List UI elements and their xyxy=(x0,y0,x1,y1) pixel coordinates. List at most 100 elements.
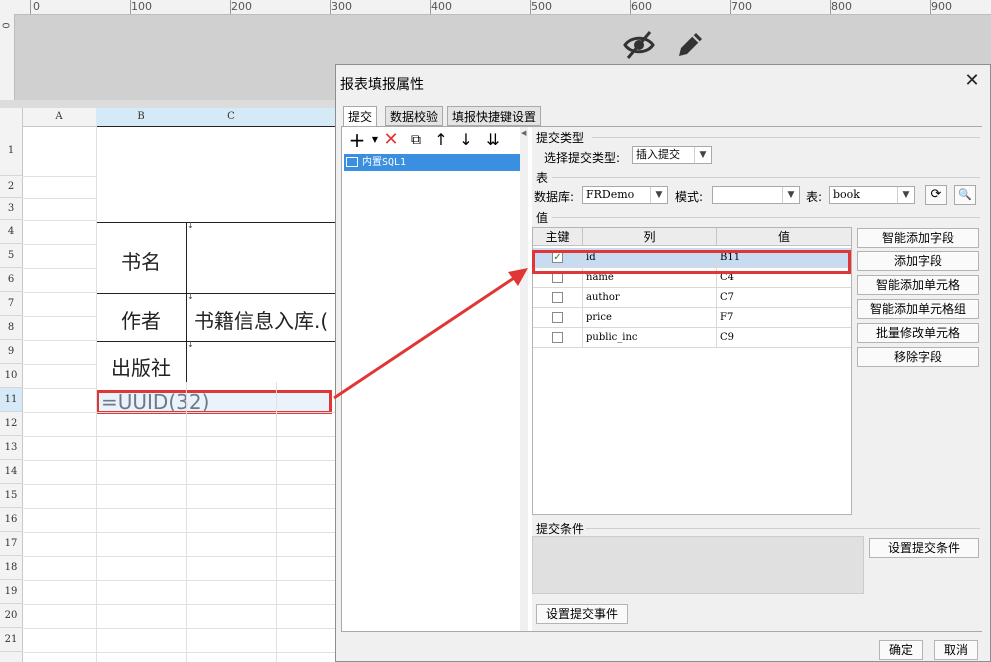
cell-author[interactable]: 作者 xyxy=(121,305,161,334)
column-b-header[interactable]: B xyxy=(96,108,187,126)
ruler-label: 600 xyxy=(631,0,652,13)
row-11-header[interactable]: 11 xyxy=(0,388,22,412)
spreadsheet: A B C 1 2 3 4 5 6 7 8 9 10 11 12 13 14 15 16 17 18 19 20 21 … xyxy=(0,108,336,662)
horizontal-ruler: 0 100 200 300 400 500 600 700 800 900 xyxy=(0,0,991,15)
row-8-header[interactable]: 8 xyxy=(0,316,22,340)
primary-key-checkbox[interactable] xyxy=(552,292,563,303)
grid-value-cell[interactable]: C9 xyxy=(717,328,851,347)
row-12-header[interactable]: 12 xyxy=(0,412,22,436)
cell-publisher[interactable]: 出版社 xyxy=(111,352,171,381)
row-20-header[interactable]: 20 xyxy=(0,604,22,628)
close-icon[interactable]: ✕ xyxy=(962,71,982,91)
smart-add-cell-group-button[interactable]: 智能添加单元格组 xyxy=(857,299,979,319)
row-21-header[interactable]: 21 xyxy=(0,628,22,652)
table-icon xyxy=(346,157,358,167)
delete-icon[interactable]: ✕ xyxy=(380,130,402,150)
submit-settings-pane: 提交类型 选择提交类型: 插入提交 ▼ 表 数据库: FRDemo ▼ 模式: … xyxy=(532,127,982,631)
smart-add-field-button[interactable]: 智能添加字段 xyxy=(857,228,979,248)
arrow-down-icon[interactable]: ↓ xyxy=(455,130,477,150)
pencil-icon[interactable] xyxy=(673,28,707,62)
table-row[interactable]: author C7 xyxy=(533,288,851,308)
primary-key-checkbox[interactable] xyxy=(552,332,563,343)
row-19-header[interactable]: 19 xyxy=(0,580,22,604)
sql-list-item[interactable]: 内置SQL1 xyxy=(344,154,522,171)
chevron-down-icon: ▼ xyxy=(782,187,799,203)
preview-icon[interactable]: 🔍 xyxy=(954,185,976,205)
submit-type-section: 提交类型 xyxy=(536,131,585,145)
row-16-header[interactable]: 16 xyxy=(0,508,22,532)
row-6-header[interactable]: 6 xyxy=(0,268,22,292)
ok-button[interactable]: 确定 xyxy=(879,640,923,660)
submit-type-select[interactable]: 插入提交 ▼ xyxy=(632,146,712,164)
refresh-icon[interactable]: ⟳ xyxy=(925,185,947,205)
smart-add-cell-button[interactable]: 智能添加单元格 xyxy=(857,275,979,295)
row-15-header[interactable]: 15 xyxy=(0,484,22,508)
ruler-label: 200 xyxy=(231,0,252,13)
row-4-header[interactable]: 4 xyxy=(0,220,22,244)
submit-condition-section: 提交条件 xyxy=(536,522,585,536)
row-18-header[interactable]: 18 xyxy=(0,556,22,580)
row-3-header[interactable]: 3 xyxy=(0,198,22,220)
mode-select[interactable]: ▼ xyxy=(712,186,800,204)
ruler-label: 0 xyxy=(33,0,40,13)
set-submit-event-button[interactable]: 设置提交事件 xyxy=(536,604,628,624)
column-a-header[interactable]: A xyxy=(22,108,97,126)
move-bottom-icon[interactable]: ⇊ xyxy=(482,130,504,150)
column-header: A B C xyxy=(0,108,336,127)
row-17-header[interactable]: 17 xyxy=(0,532,22,556)
row-14-header[interactable]: 14 xyxy=(0,460,22,484)
grid-column-cell[interactable]: public_inc xyxy=(583,328,717,347)
ruler-label: 700 xyxy=(731,0,752,13)
column-c-header[interactable]: C xyxy=(186,108,277,126)
scrollbar[interactable]: ◀ xyxy=(520,127,528,631)
cell-author-value[interactable]: 书籍信息入库.( xyxy=(194,305,328,334)
grid-value-cell[interactable]: C7 xyxy=(717,288,851,307)
grid-header-column: 列 xyxy=(583,228,717,246)
set-submit-condition-button[interactable]: 设置提交条件 xyxy=(869,538,979,558)
sql-item-label: 内置SQL1 xyxy=(362,157,407,168)
database-label: 数据库: xyxy=(534,190,575,204)
table-row[interactable]: public_inc C9 xyxy=(533,328,851,348)
sql-list-pane: + ▼ ✕ ⧉ ↑ ↓ ⇊ 内置SQL1 ◀ xyxy=(342,127,528,631)
ruler-label: 900 xyxy=(931,0,952,13)
add-field-button[interactable]: 添加字段 xyxy=(857,251,979,271)
database-value: FRDemo xyxy=(586,188,635,201)
remove-field-button[interactable]: 移除字段 xyxy=(857,347,979,367)
primary-key-checkbox[interactable] xyxy=(552,312,563,323)
tab-data-validation[interactable]: 数据校验 xyxy=(385,106,444,126)
row-9-header[interactable]: 9 xyxy=(0,340,22,364)
cancel-button[interactable]: 取消 xyxy=(934,640,978,660)
arrow-up-icon[interactable]: ↑ xyxy=(430,130,452,150)
cell-book-name[interactable]: 书名 xyxy=(121,246,161,275)
chevron-down-icon: ▼ xyxy=(694,147,711,163)
value-section: 值 xyxy=(536,211,549,225)
cell-formula-uuid[interactable]: =UUID(32) xyxy=(96,390,332,414)
eye-off-icon[interactable] xyxy=(622,28,656,62)
ruler-label: 300 xyxy=(331,0,352,13)
row-10-header[interactable]: 10 xyxy=(0,364,22,388)
row-7-header[interactable]: 7 xyxy=(0,292,22,316)
grid-header-key: 主键 xyxy=(533,228,583,246)
grid-column-cell[interactable]: price xyxy=(583,308,717,327)
dialog-title: 报表填报属性 xyxy=(340,77,424,93)
row-13-header[interactable]: 13 xyxy=(0,436,22,460)
submit-condition-area xyxy=(532,536,864,594)
ruler-label: 500 xyxy=(531,0,552,13)
vertical-ruler: 0 xyxy=(0,14,15,100)
row-5-header[interactable]: 5 xyxy=(0,244,22,268)
copy-icon[interactable]: ⧉ xyxy=(405,130,427,150)
grid-column-cell[interactable]: author xyxy=(583,288,717,307)
batch-modify-cells-button[interactable]: 批量修改单元格 xyxy=(857,323,979,343)
tab-submit[interactable]: 提交 xyxy=(343,106,378,127)
tab-shortcut-settings[interactable]: 填报快捷键设置 xyxy=(447,106,542,126)
table-select[interactable]: book ▼ xyxy=(829,186,915,204)
grid-value-cell[interactable]: F7 xyxy=(717,308,851,327)
row-2-header[interactable]: 2 xyxy=(0,176,22,198)
row-1-header[interactable]: 1 xyxy=(0,126,22,176)
report-fill-properties-dialog: 报表填报属性 ✕ 提交 数据校验 填报快捷键设置 + ▼ ✕ ⧉ ↑ ↓ ⇊ 内… xyxy=(335,64,991,662)
ruler-label: 400 xyxy=(431,0,452,13)
grid-header-value: 值 xyxy=(717,228,851,246)
table-row[interactable]: price F7 xyxy=(533,308,851,328)
chevron-down-icon: ▼ xyxy=(897,187,914,203)
database-select[interactable]: FRDemo ▼ xyxy=(582,186,668,204)
